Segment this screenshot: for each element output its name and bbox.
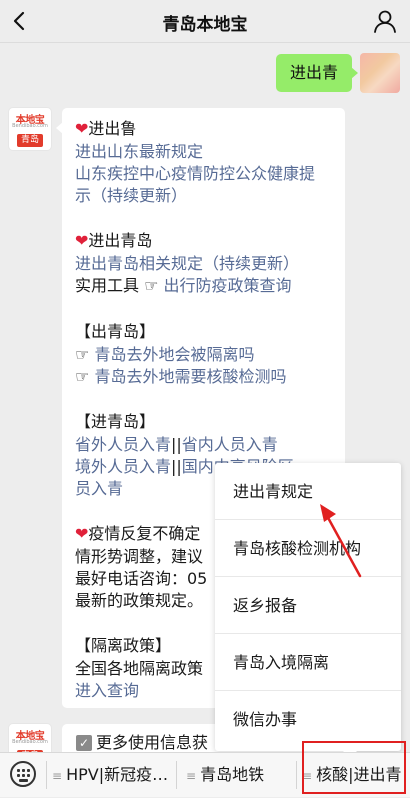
link-nucleic-test-question[interactable]: 青岛去外地需要核酸检测吗 — [94, 367, 286, 386]
heart-icon: ❤ — [75, 231, 89, 250]
link-shandong-cdc-l1[interactable]: 山东疾控中心疫情防控公众健康提 — [75, 163, 315, 185]
link-quarantine-question[interactable]: 青岛去外地会被隔离吗 — [94, 345, 254, 364]
section-heading-quarantine: 【隔离政策】 — [75, 636, 172, 655]
link-overseas[interactable]: 境外人员入青 — [75, 457, 171, 476]
menu-divider — [296, 761, 297, 789]
link-qingdao-rules[interactable]: 进出青岛相关规定（持续更新） — [75, 253, 299, 275]
section-heading-leave: 【出青岛】 — [75, 322, 156, 341]
user-avatar[interactable] — [360, 53, 400, 93]
menu-list-icon: ≡ — [186, 769, 197, 783]
person-icon[interactable] — [372, 8, 398, 34]
more-info-text: 更多使用信息获 — [96, 733, 209, 752]
user-message-bubble[interactable]: 进出青 — [275, 54, 359, 92]
section-heading-lu: ❤进出鲁 — [75, 119, 137, 138]
menu-list-icon: ≡ — [52, 769, 63, 783]
pointer-icon: ☞ — [75, 345, 90, 364]
link-risk-area-cont[interactable]: 员入青 — [75, 478, 123, 500]
heart-icon: ❤ — [75, 119, 89, 138]
avatar-logo-subtext: Bendibao.com — [12, 123, 48, 129]
leave-line-2: ☞ 青岛去外地需要核酸检测吗 — [75, 366, 286, 388]
section-heading-qingdao: ❤进出青岛 — [75, 231, 153, 250]
bot-avatar[interactable]: 本地宝 Bendibao.com 青岛 — [9, 108, 51, 150]
quarantine-line: 全国各地隔离政策 — [75, 659, 204, 678]
submenu-item-rules[interactable]: 进出青规定 — [215, 463, 401, 520]
menu-divider — [46, 761, 47, 789]
link-shandong-rules[interactable]: 进出山东最新规定 — [75, 141, 203, 163]
tools-label: 实用工具 — [75, 276, 140, 295]
annotation-highlight-box — [302, 741, 406, 794]
checkbox-icon: ✓ — [76, 735, 92, 751]
notice-line-1: ❤疫情反复不确定 — [75, 524, 201, 543]
enter-line-1: 省外人员入青||省内人员入青 — [75, 435, 278, 454]
notice-line-4: 最新的政策规定。 — [75, 591, 204, 610]
submenu-item-nucleic-test[interactable]: 青岛核酸检测机构 — [215, 520, 401, 577]
leave-line-1: ☞ 青岛去外地会被隔离吗 — [75, 344, 254, 366]
section-heading-enter: 【进青岛】 — [75, 412, 156, 431]
submenu-item-wechat-services[interactable]: 微信办事 — [215, 691, 401, 748]
notice-line-2: 情形势调整，建议 — [75, 547, 204, 566]
heart-icon: ❤ — [75, 524, 89, 543]
menu-divider — [176, 761, 177, 789]
avatar-city-label: 青岛 — [17, 134, 43, 147]
link-out-of-province[interactable]: 省外人员入青 — [75, 435, 171, 454]
submenu-popup: 进出青规定 青岛核酸检测机构 返乡报备 青岛入境隔离 微信办事 — [215, 463, 401, 758]
submenu-item-entry-quarantine[interactable]: 青岛入境隔离 — [215, 634, 401, 691]
menu-item-metro[interactable]: ≡ 青岛地铁 — [186, 753, 264, 797]
keyboard-icon[interactable] — [10, 761, 36, 787]
link-shandong-cdc-l2[interactable]: 示（持续更新） — [75, 185, 187, 207]
avatar-logo-subtext: Bendibao.com — [12, 739, 48, 745]
notice-line-3: 最好电话咨询：05 — [75, 569, 208, 588]
page-title: 青岛本地宝 — [162, 15, 248, 35]
pointer-icon: ☞ — [75, 367, 90, 386]
pointer-icon: ☞ — [144, 276, 159, 295]
menu-item-hpv[interactable]: ≡ HPV|新冠疫… — [52, 753, 168, 797]
top-nav-bar: 青岛本地宝 — [0, 0, 410, 43]
submenu-item-return-report[interactable]: 返乡报备 — [215, 577, 401, 634]
annotation-arrow-icon — [320, 504, 362, 578]
link-travel-policy[interactable]: 出行防疫政策查询 — [164, 276, 292, 295]
tools-line: 实用工具 ☞ 出行防疫政策查询 — [75, 275, 292, 297]
link-in-province[interactable]: 省内人员入青 — [182, 435, 278, 454]
link-enter-query[interactable]: 进入查询 — [75, 680, 139, 702]
